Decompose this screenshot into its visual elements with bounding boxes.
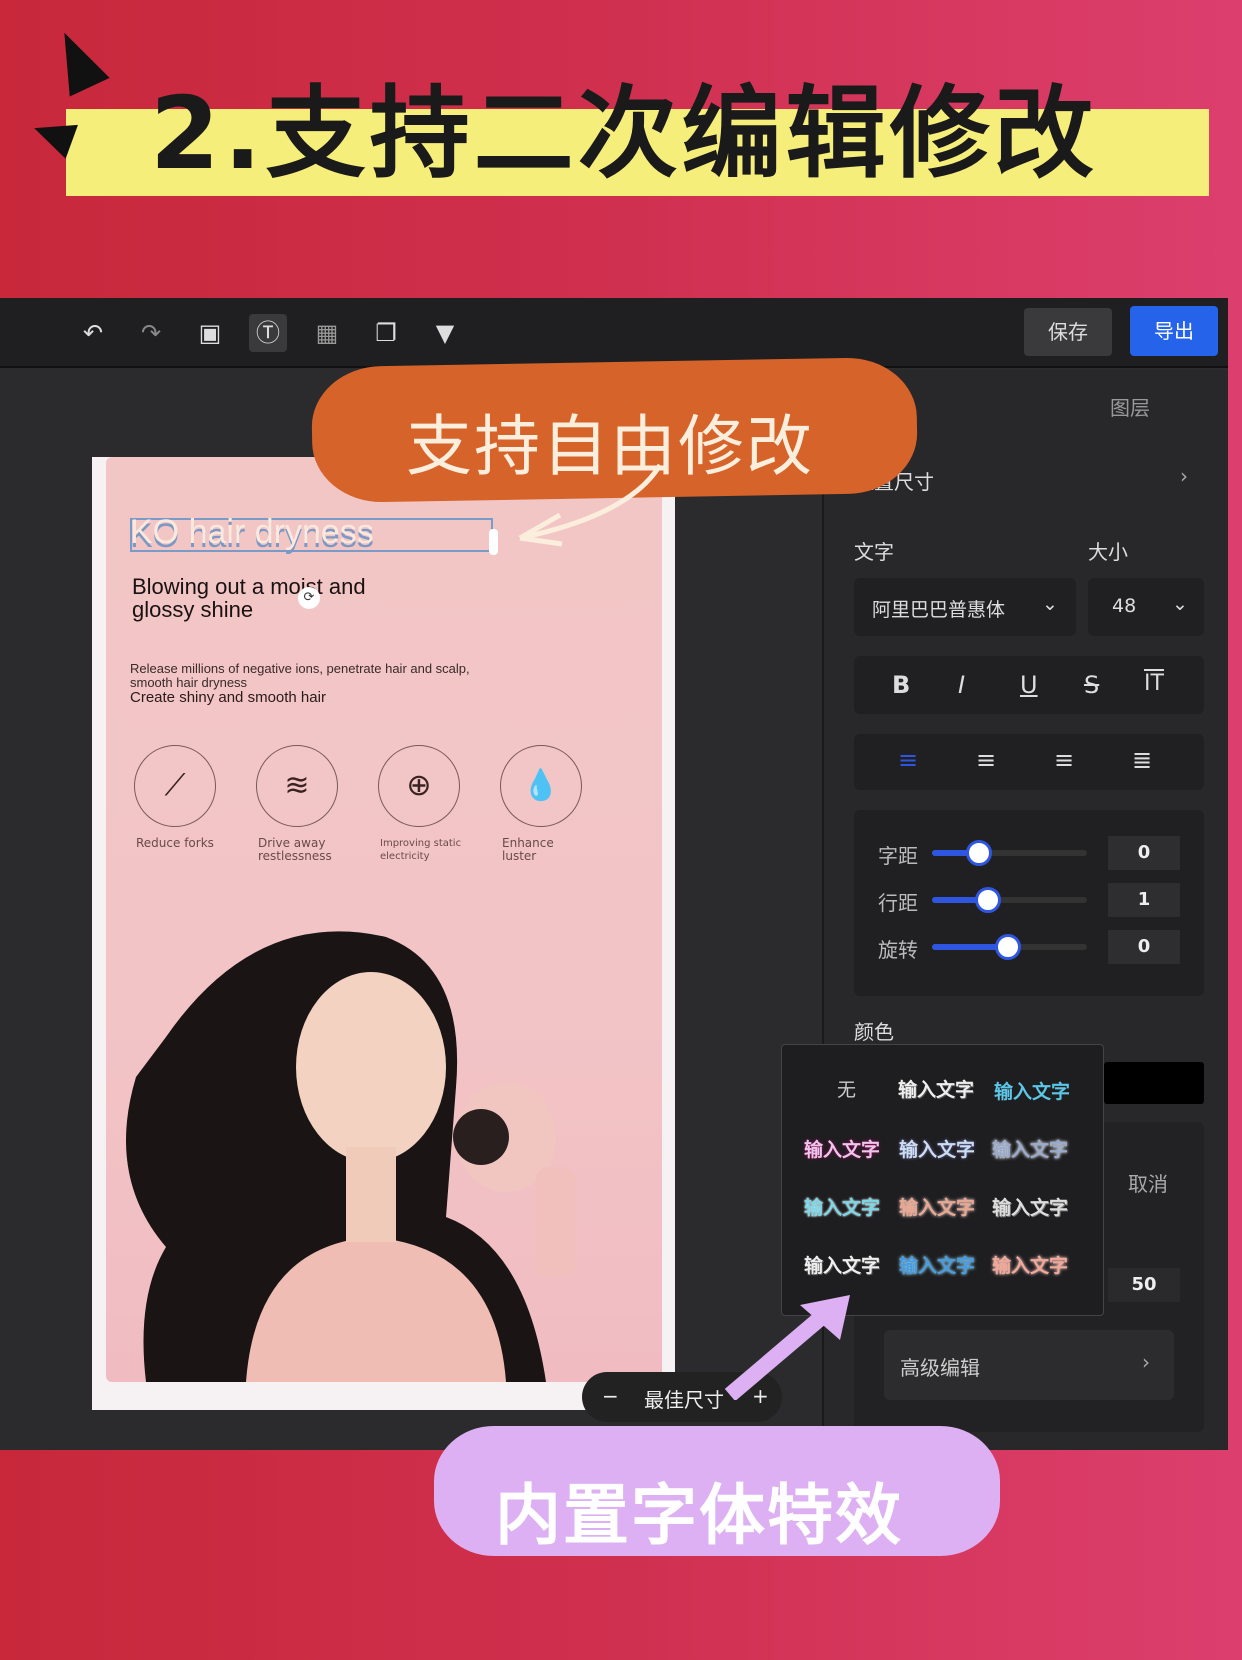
effect-option[interactable]: 输入文字: [994, 1077, 1070, 1104]
text-icon[interactable]: Ⓣ: [249, 314, 287, 352]
format-brush-icon[interactable]: ▼: [426, 314, 464, 352]
color-swatch[interactable]: [1104, 1062, 1204, 1104]
letter-spacing-input[interactable]: 0: [1108, 836, 1180, 870]
effect-option[interactable]: 输入文字: [992, 1251, 1068, 1278]
feature-label: Enhance luster: [502, 836, 554, 863]
resize-handle[interactable]: [489, 529, 498, 555]
font-value: 阿里巴巴普惠体: [872, 599, 1006, 621]
desc-line-2: smooth hair dryness: [130, 675, 248, 690]
headline-text[interactable]: KO hair dryness: [130, 513, 374, 552]
text-align-group: ≡ ≡ ≡ ≣: [854, 734, 1204, 790]
effect-option[interactable]: 输入文字: [992, 1135, 1068, 1162]
droplet-icon: 💧: [500, 745, 582, 827]
rotation-input[interactable]: 0: [1108, 930, 1180, 964]
layers-copy-icon[interactable]: ❐: [367, 314, 405, 352]
feature-label: Reduce forks: [136, 836, 214, 850]
align-justify-icon[interactable]: ≣: [1132, 746, 1152, 774]
chevron-down-icon: ⌄: [1172, 593, 1188, 615]
effect-none[interactable]: 无: [837, 1075, 856, 1102]
spacing-group: 字距 0 行距 1 旋转 0: [854, 810, 1204, 996]
redo-icon[interactable]: ↷: [132, 314, 170, 352]
letter-spacing-label: 字距: [878, 844, 918, 868]
align-left-icon[interactable]: ≡: [898, 746, 918, 774]
arrow-icon: [518, 463, 663, 547]
toolbar: ↶ ↷ ▣ Ⓣ ▦ ❐ ▼ 保存 导出: [0, 298, 1228, 368]
chevron-right-icon[interactable]: ›: [1180, 464, 1188, 488]
decor-triangle: [44, 23, 110, 97]
font-select[interactable]: 阿里巴巴普惠体 ⌄: [854, 578, 1076, 636]
rotation-slider[interactable]: [932, 934, 1087, 960]
vertical-text-button[interactable]: IT: [1144, 671, 1164, 696]
effect-option[interactable]: 输入文字: [898, 1075, 974, 1102]
undo-icon[interactable]: ↶: [74, 314, 112, 352]
chevron-down-icon: ⌄: [1042, 593, 1058, 615]
effect-option[interactable]: 输入文字: [804, 1135, 880, 1162]
effect-option[interactable]: 输入文字: [804, 1251, 880, 1278]
effect-option[interactable]: 输入文字: [804, 1193, 880, 1220]
rotation-label: 旋转: [878, 938, 918, 962]
text-label: 文字: [854, 540, 894, 564]
page-title: 2.支持二次编辑修改: [150, 75, 1098, 192]
desc-line-1: Release millions of negative ions, penet…: [130, 661, 470, 676]
align-center-icon[interactable]: ≡: [976, 746, 996, 774]
align-right-icon[interactable]: ≡: [1054, 746, 1074, 774]
effect-option[interactable]: 输入文字: [899, 1251, 975, 1278]
advanced-edit-label: 高级编辑: [900, 1356, 980, 1380]
export-button[interactable]: 导出: [1130, 306, 1218, 356]
effect-option[interactable]: 输入文字: [899, 1135, 975, 1162]
color-label: 颜色: [854, 1020, 894, 1044]
underline-button[interactable]: U: [1020, 671, 1038, 699]
font-size-value: 48: [1112, 595, 1137, 617]
image-icon[interactable]: ▣: [191, 314, 229, 352]
letter-spacing-slider[interactable]: [932, 840, 1087, 866]
rotate-handle[interactable]: ⟳: [298, 587, 320, 609]
effect-option[interactable]: 输入文字: [899, 1193, 975, 1220]
zoom-fit-label[interactable]: 最佳尺寸: [644, 1384, 724, 1413]
size-label: 大小: [1088, 540, 1128, 564]
zoom-out-button[interactable]: −: [602, 1384, 619, 1408]
italic-button[interactable]: I: [958, 671, 965, 699]
model-photo: [126, 931, 576, 1382]
ion-icon: ⊕: [378, 745, 460, 827]
save-button[interactable]: 保存: [1024, 308, 1112, 356]
feature-label: Improving static electricity: [380, 838, 462, 862]
line-spacing-input[interactable]: 1: [1108, 883, 1180, 917]
tab-layers[interactable]: 图层: [1110, 392, 1150, 421]
text-style-group: B I U S IT: [854, 656, 1204, 714]
callout-text-bottom: 内置字体特效: [495, 1477, 903, 1554]
subtitle-line-2: glossy shine: [132, 597, 254, 622]
effect-option[interactable]: 输入文字: [992, 1193, 1068, 1220]
strikethrough-button[interactable]: S: [1084, 671, 1099, 699]
text-effects-popup: 无 输入文字 输入文字 输入文字 输入文字 输入文字 输入文字 输入文字 输入文…: [781, 1044, 1104, 1316]
arrow-icon: [724, 1295, 850, 1400]
advanced-edit-button[interactable]: 高级编辑 ›: [884, 1330, 1174, 1400]
line-spacing-slider[interactable]: [932, 887, 1087, 913]
waves-icon: ≋: [256, 745, 338, 827]
hair-strand-icon: ⟋: [134, 745, 216, 827]
font-size-select[interactable]: 48 ⌄: [1088, 578, 1204, 636]
chevron-right-icon: ›: [1142, 1350, 1150, 1374]
cancel-button[interactable]: 取消: [1128, 1168, 1168, 1197]
line-spacing-label: 行距: [878, 891, 918, 915]
grid-icon[interactable]: ▦: [308, 314, 346, 352]
desc-line-3: Create shiny and smooth hair: [130, 689, 326, 706]
opacity-input[interactable]: 50: [1108, 1268, 1180, 1302]
design-canvas[interactable]: KO hair dryness Blowing out a moist and …: [106, 457, 662, 1382]
bold-button[interactable]: B: [892, 671, 910, 699]
feature-label: Drive away restlessness: [258, 836, 332, 863]
